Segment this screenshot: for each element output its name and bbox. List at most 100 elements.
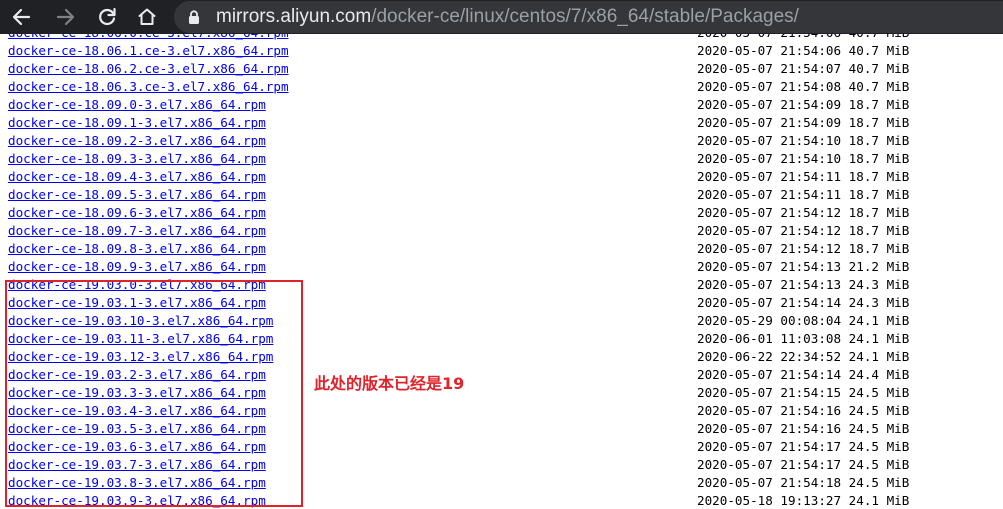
file-size: 18.7 MiB (848, 223, 910, 238)
url-text[interactable]: mirrors.aliyun.com/docker-ce/linux/cento… (216, 6, 799, 28)
file-meta: 2020-05-07 21:54:08 40.7 MiB (697, 78, 909, 96)
file-link[interactable]: docker-ce-18.06.0.ce-3.el7.x86_64.rpm (8, 34, 289, 42)
annotation-text: 此处的版本已经是19 (314, 374, 465, 393)
file-link[interactable]: docker-ce-18.09.7-3.el7.x86_64.rpm (8, 222, 266, 240)
file-link[interactable]: docker-ce-18.09.4-3.el7.x86_64.rpm (8, 168, 266, 186)
file-meta: 2020-05-07 21:54:06 40.7 MiB (697, 42, 909, 60)
lock-icon (189, 10, 199, 24)
file-size: 40.7 MiB (848, 61, 910, 76)
file-size: 24.5 MiB (848, 439, 910, 454)
file-link[interactable]: docker-ce-18.09.6-3.el7.x86_64.rpm (8, 204, 266, 222)
file-link[interactable]: docker-ce-18.09.5-3.el7.x86_64.rpm (8, 186, 266, 204)
file-size: 24.5 MiB (848, 421, 910, 436)
file-meta: 2020-05-07 21:54:13 24.3 MiB (697, 276, 909, 294)
file-meta: 2020-05-07 21:54:11 18.7 MiB (697, 168, 909, 186)
list-item: docker-ce-18.09.5-3.el7.x86_64.rpm 2020-0… (0, 186, 1003, 204)
file-link[interactable]: docker-ce-18.09.3-3.el7.x86_64.rpm (8, 150, 266, 168)
file-size: 18.7 MiB (848, 151, 910, 166)
browser-toolbar: mirrors.aliyun.com/docker-ce/linux/cento… (0, 0, 1003, 34)
file-date: 2020-05-07 21:54:06 (697, 34, 841, 40)
file-date: 2020-05-07 21:54:08 (697, 79, 842, 94)
file-meta: 2020-05-07 21:54:10 18.7 MiB (697, 132, 909, 150)
file-size: 24.3 MiB (848, 295, 910, 310)
file-meta: 2020-05-07 21:54:12 18.7 MiB (697, 222, 909, 240)
file-link[interactable]: docker-ce-18.09.9-3.el7.x86_64.rpm (8, 258, 266, 276)
file-date: 2020-05-07 21:54:13 (697, 259, 842, 274)
file-link[interactable]: docker-ce-18.06.1.ce-3.el7.x86_64.rpm (8, 42, 289, 60)
file-meta: 2020-05-07 21:54:07 40.7 MiB (697, 60, 909, 78)
file-link[interactable]: docker-ce-18.09.0-3.el7.x86_64.rpm (8, 96, 266, 114)
file-size: 18.7 MiB (848, 97, 910, 112)
file-meta: 2020-06-22 22:34:52 24.1 MiB (697, 348, 909, 366)
file-link[interactable]: docker-ce-18.06.2.ce-3.el7.x86_64.rpm (8, 60, 289, 78)
url-path: /docker-ce/linux/centos/7/x86_64/stable/… (371, 6, 799, 27)
list-item: docker-ce-18.09.3-3.el7.x86_64.rpm 2020-0… (0, 150, 1003, 168)
back-button[interactable] (8, 4, 34, 30)
file-size: 24.1 MiB (848, 493, 910, 508)
file-meta: 2020-05-07 21:54:17 24.5 MiB (697, 456, 909, 474)
file-meta: 2020-05-07 21:54:09 18.7 MiB (697, 96, 909, 114)
file-link[interactable]: docker-ce-18.06.3.ce-3.el7.x86_64.rpm (8, 78, 289, 96)
file-date: 2020-05-07 21:54:17 (697, 457, 842, 472)
file-meta: 2020-05-29 00:08:04 24.1 MiB (697, 312, 909, 330)
file-meta: 2020-05-07 21:54:11 18.7 MiB (697, 186, 909, 204)
file-date: 2020-05-07 21:54:14 (697, 367, 842, 382)
file-meta: 2020-05-07 21:54:10 18.7 MiB (697, 150, 909, 168)
file-date: 2020-05-07 21:54:12 (697, 205, 842, 220)
file-date: 2020-05-07 21:54:15 (697, 385, 842, 400)
list-item: docker-ce-18.06.3.ce-3.el7.x86_64.rpm 202… (0, 78, 1003, 96)
file-meta: 2020-05-07 21:54:12 18.7 MiB (697, 240, 909, 258)
file-link[interactable]: docker-ce-18.09.2-3.el7.x86_64.rpm (8, 132, 266, 150)
home-button[interactable] (134, 4, 160, 30)
file-size: 24.5 MiB (848, 385, 910, 400)
file-size: 40.7 MiB (848, 43, 910, 58)
file-size: 18.7 MiB (848, 241, 910, 256)
file-size: 24.1 MiB (848, 349, 910, 364)
file-date: 2020-05-07 21:54:13 (697, 277, 842, 292)
file-date: 2020-05-07 21:54:17 (697, 439, 842, 454)
file-size: 24.1 MiB (848, 331, 910, 346)
list-item: docker-ce-18.06.1.ce-3.el7.x86_64.rpm 202… (0, 42, 1003, 60)
file-size: 18.7 MiB (848, 133, 910, 148)
reload-button[interactable] (94, 4, 120, 30)
file-size: 18.7 MiB (848, 115, 910, 130)
file-meta: 2020-05-07 21:54:17 24.5 MiB (697, 438, 909, 456)
file-date: 2020-05-29 00:08:04 (697, 313, 842, 328)
file-date: 2020-05-07 21:54:10 (697, 133, 842, 148)
file-date: 2020-05-07 21:54:11 (697, 187, 842, 202)
file-date: 2020-05-07 21:54:06 (697, 43, 842, 58)
list-item: docker-ce-18.09.9-3.el7.x86_64.rpm 2020-0… (0, 258, 1003, 276)
file-size: 24.4 MiB (848, 367, 910, 382)
file-size: 18.7 MiB (848, 187, 910, 202)
file-size: 21.2 MiB (848, 259, 910, 274)
file-link[interactable]: docker-ce-18.09.1-3.el7.x86_64.rpm (8, 114, 266, 132)
list-item: docker-ce-18.06.2.ce-3.el7.x86_64.rpm 202… (0, 60, 1003, 78)
reload-icon (99, 7, 116, 26)
file-date: 2020-05-07 21:54:14 (697, 295, 842, 310)
file-date: 2020-05-07 21:54:07 (697, 61, 842, 76)
file-date: 2020-05-07 21:54:10 (697, 151, 842, 166)
list-item: docker-ce-18.09.1-3.el7.x86_64.rpm 2020-0… (0, 114, 1003, 132)
list-item: docker-ce-18.09.0-3.el7.x86_64.rpm 2020-0… (0, 96, 1003, 114)
file-date: 2020-06-22 22:34:52 (697, 349, 842, 364)
file-meta: 2020-05-07 21:54:06 40.7 MiB (697, 34, 909, 42)
file-link[interactable]: docker-ce-18.09.8-3.el7.x86_64.rpm (8, 240, 266, 258)
file-meta: 2020-06-01 11:03:08 24.1 MiB (697, 330, 909, 348)
list-item: docker-ce-18.09.8-3.el7.x86_64.rpm 2020-0… (0, 240, 1003, 258)
file-size: 40.7 MiB (848, 79, 910, 94)
url-host: mirrors.aliyun.com (216, 6, 372, 27)
highlight-box (5, 280, 303, 507)
file-meta: 2020-05-07 21:54:16 24.5 MiB (697, 420, 909, 438)
list-item: docker-ce-18.09.6-3.el7.x86_64.rpm 2020-0… (0, 204, 1003, 222)
file-meta: 2020-05-07 21:54:16 24.5 MiB (697, 402, 909, 420)
file-size: 18.7 MiB (848, 205, 910, 220)
address-bar[interactable]: mirrors.aliyun.com/docker-ce/linux/cento… (174, 1, 1003, 33)
file-size: 40.7 MiB (849, 34, 910, 40)
file-meta: 2020-05-07 21:54:15 24.5 MiB (697, 384, 909, 402)
forward-button[interactable] (53, 4, 79, 30)
file-date: 2020-05-07 21:54:18 (697, 475, 842, 490)
file-size: 24.5 MiB (848, 457, 910, 472)
file-date: 2020-05-07 21:54:11 (697, 169, 842, 184)
back-arrow-icon (12, 8, 31, 26)
file-meta: 2020-05-07 21:54:13 21.2 MiB (697, 258, 909, 276)
